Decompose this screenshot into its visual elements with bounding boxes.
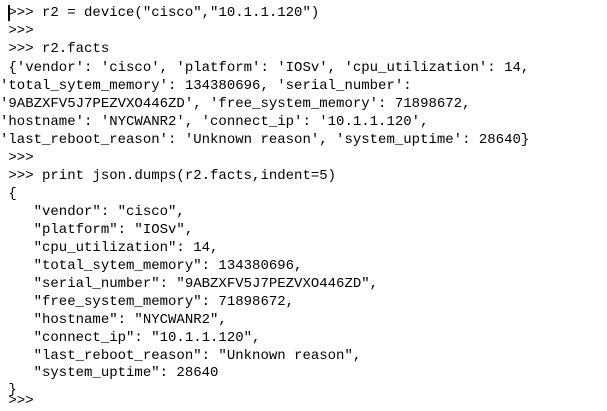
console-line: >>> bbox=[0, 23, 34, 39]
console-line: {'vendor': 'cisco', 'platform': 'IOSv', … bbox=[0, 60, 530, 76]
console-line: 'hostname': 'NYCWANR2', 'connect_ip': '1… bbox=[0, 114, 429, 130]
console-line: { bbox=[0, 186, 17, 202]
console-line: '9ABZXFV5J7PEZVXO446ZD', 'free_system_me… bbox=[0, 96, 471, 112]
console-line: "vendor": "cisco", bbox=[0, 204, 185, 220]
console-line: 'total_sytem_memory': 134380696, 'serial… bbox=[0, 78, 412, 94]
console-line: "platform": "IOSv", bbox=[0, 222, 194, 238]
console-line: "free_system_memory": 71898672, bbox=[0, 294, 295, 310]
console-line: >>> r2.facts bbox=[0, 41, 110, 57]
console-line: >>> bbox=[0, 393, 34, 409]
console-line: "system_uptime": 28640 bbox=[0, 365, 219, 381]
console-line: "cpu_utilization": 14, bbox=[0, 240, 219, 256]
console-line: "serial_number": "9ABZXFV5J7PEZVXO446ZD"… bbox=[0, 276, 379, 292]
console-line: 'last_reboot_reason': 'Unknown reason', … bbox=[0, 132, 530, 148]
console-line: "connect_ip": "10.1.1.120", bbox=[0, 330, 261, 346]
console-line: "hostname": "NYCWANR2", bbox=[0, 312, 227, 328]
python-console[interactable]: >>> r2 = device("cisco","10.1.1.120") >>… bbox=[0, 0, 607, 411]
console-line: >>> print json.dumps(r2.facts,indent=5) bbox=[0, 168, 337, 184]
console-line: >>> r2 = device("cisco","10.1.1.120") bbox=[0, 5, 320, 21]
console-line: >>> bbox=[0, 150, 34, 166]
console-line: "total_sytem_memory": 134380696, bbox=[0, 258, 303, 274]
